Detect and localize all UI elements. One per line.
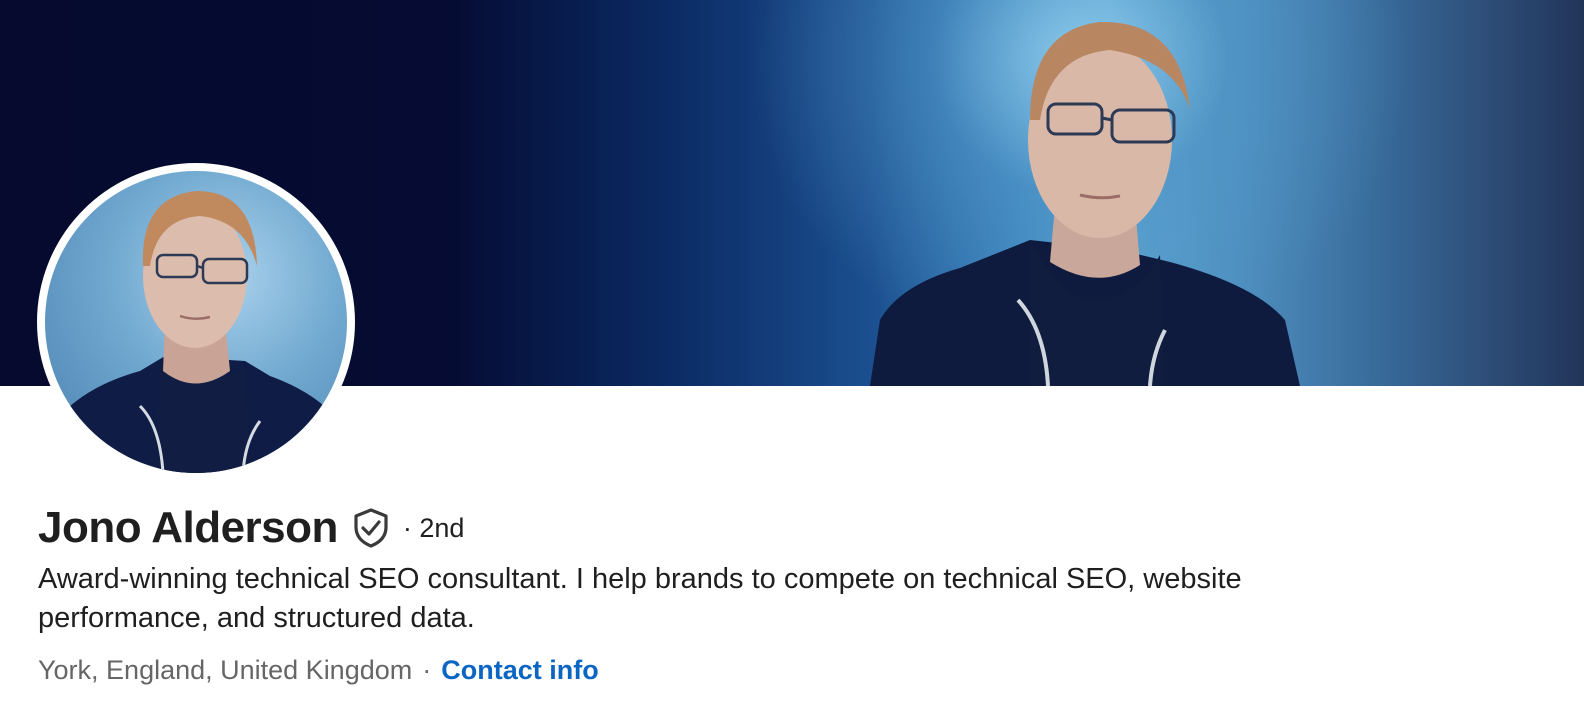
profile-name: Jono Alderson xyxy=(38,503,338,552)
separator-dot: · xyxy=(422,654,432,685)
profile-avatar[interactable] xyxy=(37,163,355,481)
profile-location: York, England, United Kingdom xyxy=(38,654,413,685)
verified-shield-icon[interactable] xyxy=(351,507,391,549)
profile-name-row: Jono Alderson · 2nd xyxy=(38,502,464,554)
contact-info-link[interactable]: Contact info xyxy=(441,655,598,686)
profile-headline: Award-winning technical SEO consultant. … xyxy=(38,563,1242,634)
connection-degree: · 2nd xyxy=(402,512,465,543)
location-row: York, England, United Kingdom · Contact … xyxy=(38,652,599,688)
